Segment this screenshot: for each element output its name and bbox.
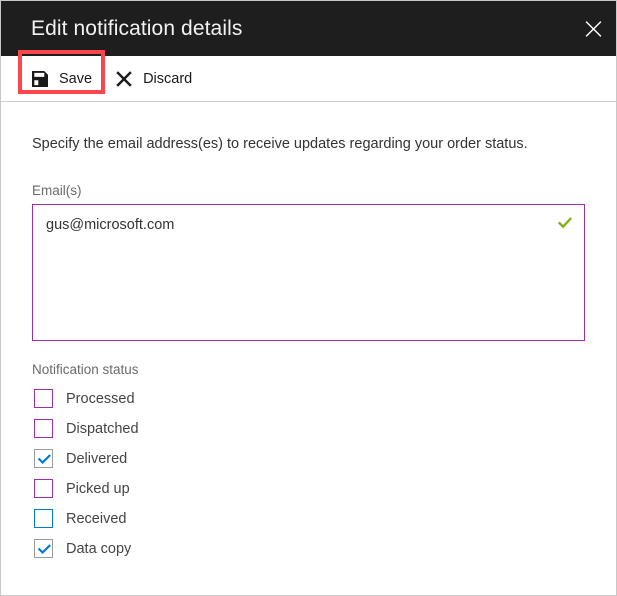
- checkbox-row-processed[interactable]: Processed: [32, 384, 585, 414]
- notification-status-label: Notification status: [32, 362, 139, 378]
- checkmark-icon: [37, 544, 51, 555]
- edit-notification-details-blade: Edit notification details Save Discard S…: [0, 0, 617, 596]
- close-button[interactable]: [570, 1, 616, 56]
- checkbox-processed[interactable]: [34, 389, 53, 409]
- save-button-label: Save: [59, 70, 93, 87]
- close-icon: [585, 20, 602, 37]
- discard-button[interactable]: Discard: [102, 59, 202, 99]
- checkbox-row-picked-up[interactable]: Picked up: [32, 474, 585, 504]
- checkbox-row-dispatched[interactable]: Dispatched: [32, 414, 585, 444]
- checkmark-icon: [557, 215, 573, 231]
- checkbox-label-data-copy: Data copy: [66, 540, 132, 557]
- save-floppy-icon: [30, 69, 50, 89]
- checkbox-data-copy[interactable]: [34, 539, 53, 559]
- checkbox-label-processed: Processed: [66, 390, 135, 407]
- checkbox-row-data-copy[interactable]: Data copy: [32, 534, 585, 564]
- checkbox-picked-up[interactable]: [34, 479, 53, 499]
- checkbox-received[interactable]: [34, 509, 53, 529]
- toolbar-separator: [1, 101, 616, 102]
- checkbox-row-delivered[interactable]: Delivered: [32, 444, 585, 474]
- command-toolbar: Save Discard: [1, 50, 616, 102]
- checkbox-dispatched[interactable]: [34, 419, 53, 439]
- checkbox-row-received[interactable]: Received: [32, 504, 585, 534]
- close-x-icon: [114, 69, 134, 89]
- notification-status-list: Processed Dispatched Delivered Picked up: [32, 384, 585, 564]
- checkbox-label-received: Received: [66, 510, 127, 527]
- checkbox-label-picked-up: Picked up: [66, 480, 130, 497]
- form-description: Specify the email address(es) to receive…: [32, 136, 528, 152]
- save-button[interactable]: Save: [18, 59, 102, 99]
- save-button-wrapper: Save: [18, 50, 105, 99]
- email-textarea[interactable]: gus@microsoft.com: [32, 204, 585, 342]
- email-textarea-value: gus@microsoft.com: [46, 217, 175, 234]
- discard-button-label: Discard: [143, 70, 193, 87]
- blade-header: Edit notification details: [1, 1, 616, 56]
- page-title: Edit notification details: [31, 17, 243, 40]
- checkmark-icon: [37, 454, 51, 465]
- checkbox-label-delivered: Delivered: [66, 450, 128, 467]
- checkbox-label-dispatched: Dispatched: [66, 420, 139, 437]
- blade-content: Specify the email address(es) to receive…: [1, 135, 616, 564]
- email-field-label: Email(s): [32, 182, 82, 198]
- checkbox-delivered[interactable]: [34, 449, 53, 469]
